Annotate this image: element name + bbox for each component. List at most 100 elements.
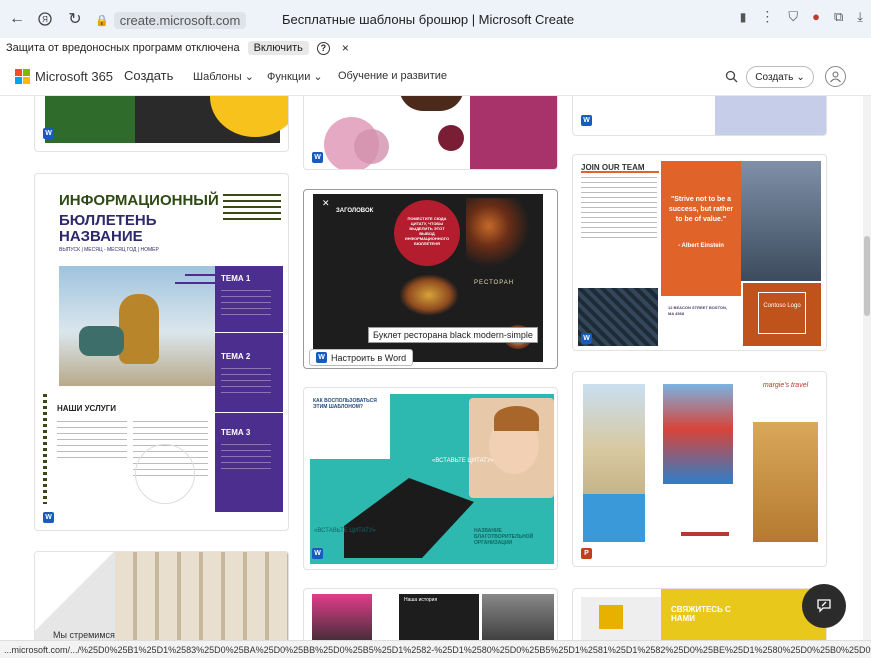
restaurant-header: ЗАГОЛОВОК bbox=[336, 208, 374, 214]
text-line bbox=[221, 368, 271, 369]
help-icon[interactable]: ? bbox=[316, 41, 330, 55]
beach-photo bbox=[583, 384, 645, 494]
scroll-thumb[interactable] bbox=[864, 236, 870, 316]
status-bar-url: ...microsoft.com/.../%25D0%25B1%25D1%258… bbox=[0, 640, 871, 658]
feedback-button[interactable] bbox=[802, 584, 846, 628]
enable-button[interactable]: Включить bbox=[247, 41, 309, 55]
page-scrollbar[interactable] bbox=[863, 96, 871, 640]
services-heading: НАШИ УСЛУГИ bbox=[57, 404, 116, 413]
quote-circle-text: ПОМЕСТИТЕ СЮДА ЦИТАТУ, ЧТОБЫ ВЫДЕЛИТЬ ЭТ… bbox=[404, 216, 450, 246]
topic-3-heading: ТЕМА 3 bbox=[221, 428, 251, 437]
create-dropdown-button[interactable]: Создать ⌄ bbox=[746, 66, 814, 88]
topic-2-heading: ТЕМА 2 bbox=[221, 352, 251, 361]
download-icon[interactable]: ⤓ bbox=[857, 9, 863, 25]
nav-learning[interactable]: Обучение и развитие bbox=[338, 70, 447, 82]
microsoft-logo-icon[interactable] bbox=[15, 69, 30, 84]
address-bar[interactable]: 🔒 create.microsoft.com bbox=[95, 10, 247, 30]
template-card-charity[interactable]: КАК ВОСПОЛЬЗОВАТЬСЯ ЭТИМ ШАБЛОНОМ? «ВСТА… bbox=[303, 387, 558, 570]
left-stripes bbox=[43, 394, 47, 504]
brand-name[interactable]: Microsoft 365 bbox=[35, 69, 113, 84]
close-icon[interactable]: × bbox=[342, 41, 349, 55]
text-line bbox=[221, 308, 271, 309]
warning-text: Защита от вредоносных программ отключена bbox=[6, 42, 240, 54]
template-card-join-team[interactable]: JOIN OUR TEAM "Strive not to be a succes… bbox=[572, 154, 827, 351]
text-line bbox=[221, 302, 271, 303]
stripe bbox=[223, 194, 281, 196]
url-text: create.microsoft.com bbox=[113, 11, 247, 29]
word-icon: W bbox=[312, 548, 323, 559]
restaurant-logo: РЕСТОРАН bbox=[474, 280, 515, 286]
template-card-soccer[interactable]: W bbox=[34, 96, 289, 152]
template-card-history[interactable]: Наша история bbox=[303, 588, 558, 640]
chevron-down-icon: ⌄ bbox=[796, 71, 805, 83]
text-line bbox=[221, 314, 271, 315]
newsletter-title-1: ИНФОРМАЦИОННЫЙ bbox=[59, 192, 219, 209]
browser-toolbar: ← Я ↻ 🔒 create.microsoft.com Бесплатные … bbox=[0, 0, 871, 38]
template-card-pink-food[interactable]: W bbox=[303, 96, 558, 170]
reload-icon[interactable]: ↻ bbox=[62, 6, 88, 32]
collections-icon[interactable]: ⧉ bbox=[834, 9, 843, 25]
word-icon: W bbox=[312, 152, 323, 163]
word-icon: W bbox=[316, 352, 327, 363]
template-card-blue-brochure[interactable]: W bbox=[572, 96, 827, 136]
back-arrow-icon[interactable]: ← bbox=[4, 6, 30, 32]
columns-text: Мы стремимся bbox=[53, 630, 115, 640]
contoso-logo: Contoso Logo bbox=[758, 292, 806, 334]
extension-icon[interactable]: ● bbox=[812, 9, 820, 24]
site-header: Microsoft 365 Создать Шаблоны ⌄ Функции … bbox=[0, 58, 871, 96]
divider bbox=[215, 412, 283, 413]
bookmark-icon[interactable]: ▮ bbox=[740, 10, 747, 24]
text-line bbox=[221, 468, 271, 469]
close-x-icon: ✕ bbox=[322, 198, 330, 208]
nav-create-link[interactable]: Создать bbox=[124, 68, 173, 83]
nav-features[interactable]: Функции ⌄ bbox=[267, 70, 323, 83]
chevron-down-icon: ⌄ bbox=[313, 71, 323, 83]
text-line bbox=[221, 450, 271, 451]
template-card-contact[interactable]: СВЯЖИТЕСЬ С НАМИ bbox=[572, 588, 827, 640]
menu-dots-icon[interactable]: ⋮ bbox=[760, 8, 774, 25]
stripe bbox=[223, 212, 281, 214]
text-line bbox=[221, 462, 271, 463]
huts-photo bbox=[663, 384, 733, 484]
services-text bbox=[57, 421, 127, 461]
blue-panel bbox=[715, 96, 826, 135]
template-card-travel[interactable]: margie's travel P bbox=[572, 371, 827, 567]
powerpoint-icon: P bbox=[581, 548, 592, 559]
word-icon: W bbox=[43, 128, 54, 139]
bowl-photo bbox=[399, 274, 459, 316]
shield-icon[interactable]: ⛉ bbox=[788, 9, 798, 25]
word-icon: W bbox=[581, 333, 592, 344]
child-hair bbox=[494, 406, 539, 431]
template-card-columns[interactable]: Мы стремимся bbox=[34, 551, 289, 640]
stripe bbox=[223, 206, 281, 208]
template-card-newsletter[interactable]: ИНФОРМАЦИОННЫЙ БЮЛЛЕТЕНЬ НАЗВАНИЕ ВЫПУСК… bbox=[34, 173, 289, 531]
nav-templates[interactable]: Шаблоны ⌄ bbox=[193, 70, 254, 83]
account-avatar-icon[interactable] bbox=[825, 66, 846, 87]
accent-bar bbox=[185, 274, 215, 276]
orange-panel bbox=[661, 161, 741, 296]
hiker-photo bbox=[59, 266, 216, 386]
newsletter-title-3: НАЗВАНИЕ bbox=[59, 228, 143, 245]
stripe bbox=[223, 218, 281, 220]
address-text: 12 BEACON STREET BOSTON, MA 4568 bbox=[668, 305, 728, 316]
charity-name: НАЗВАНИЕ БЛАГОТВОРИТЕЛЬНОЙ ОРГАНИЗАЦИИ bbox=[474, 528, 534, 546]
red-bar bbox=[681, 532, 729, 536]
quote-text: "Strive not to be a success, but rather … bbox=[668, 196, 734, 223]
text-line bbox=[221, 444, 271, 445]
search-icon[interactable] bbox=[725, 70, 738, 86]
template-card-restaurant[interactable]: ✕ ЗАГОЛОВОК ПОМЕСТИТЕ СЮДА ЦИТАТУ, ЧТОБЫ… bbox=[303, 189, 558, 369]
bw-portrait bbox=[482, 594, 554, 640]
stripe bbox=[223, 200, 281, 202]
chevron-down-icon: ⌄ bbox=[244, 71, 254, 83]
balloon-graphic bbox=[135, 444, 195, 504]
open-in-word-button[interactable]: W Настроить в Word bbox=[309, 349, 414, 366]
puzzle-icon bbox=[599, 605, 623, 629]
topic-1-heading: ТЕМА 1 bbox=[221, 274, 251, 283]
page-title: Бесплатные шаблоны брошюр | Microsoft Cr… bbox=[282, 12, 575, 27]
word-icon: W bbox=[43, 512, 54, 523]
newsletter-subtitle: ВЫПУСК | МЕСЯЦ - МЕСЯЦ ГОД | НОМЕР bbox=[59, 247, 159, 253]
lock-icon: 🔒 bbox=[95, 14, 109, 27]
newsletter-title-2: БЮЛЛЕТЕНЬ bbox=[59, 212, 157, 229]
yandex-logo-icon[interactable]: Я bbox=[32, 6, 58, 32]
city-photo bbox=[741, 161, 821, 281]
